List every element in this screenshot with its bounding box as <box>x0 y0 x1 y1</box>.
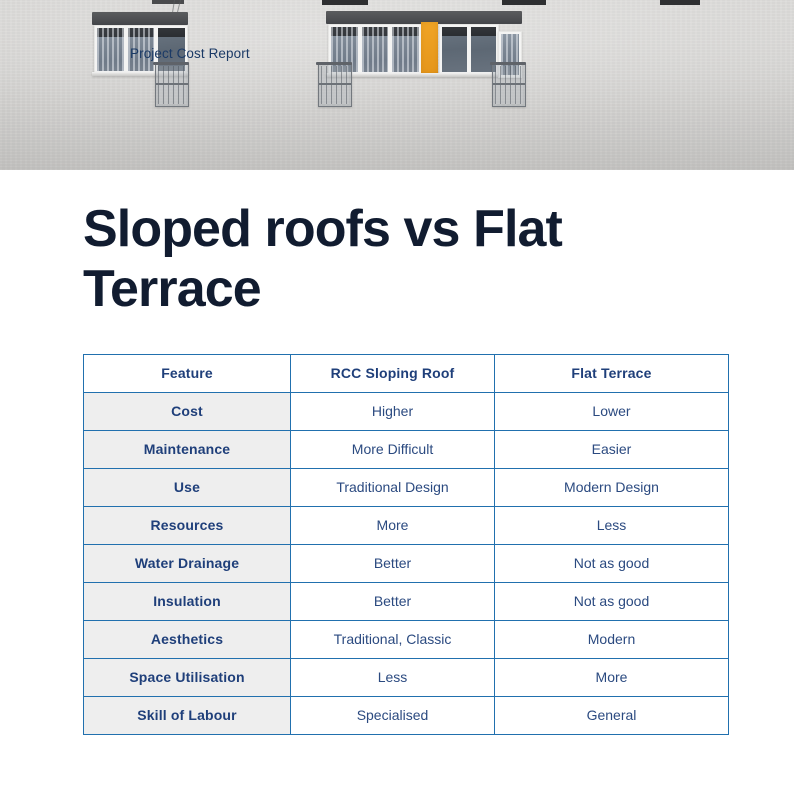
cell-flat: Lower <box>494 391 729 431</box>
hero-label: Project Cost Report <box>130 46 250 61</box>
table-row: Maintenance More Difficult Easier <box>83 429 729 469</box>
cell-feature: Skill of Labour <box>83 695 291 735</box>
orange-accent-panel <box>421 22 438 74</box>
cell-sloping: Better <box>290 543 495 583</box>
window-sill-fragment <box>322 0 368 5</box>
cell-feature: Insulation <box>83 581 291 621</box>
cell-flat: More <box>494 657 729 697</box>
comparison-table: Feature RCC Sloping Roof Flat Terrace Co… <box>83 353 729 735</box>
column-header-flat-terrace: Flat Terrace <box>494 353 729 393</box>
comparison-table-wrapper: Feature RCC Sloping Roof Flat Terrace Co… <box>83 353 729 735</box>
cell-sloping: Better <box>290 581 495 621</box>
cell-flat: Easier <box>494 429 729 469</box>
hero-image: Project Cost Report <box>0 0 794 170</box>
cell-feature: Use <box>83 467 291 507</box>
cell-flat: Modern <box>494 619 729 659</box>
cell-feature: Water Drainage <box>83 543 291 583</box>
window-pane <box>392 27 420 72</box>
cell-feature: Space Utilisation <box>83 657 291 697</box>
table-row: Resources More Less <box>83 505 729 545</box>
window-frame <box>439 24 499 75</box>
cell-flat: Not as good <box>494 581 729 621</box>
content-area: Sloped roofs vs Flat Terrace Feature RCC… <box>0 170 794 735</box>
column-header-feature: Feature <box>83 353 291 393</box>
balcony-cap <box>153 62 189 65</box>
cell-sloping: Specialised <box>290 695 495 735</box>
cell-flat: Modern Design <box>494 467 729 507</box>
cell-feature: Maintenance <box>83 429 291 469</box>
cell-flat: General <box>494 695 729 735</box>
cell-sloping: Less <box>290 657 495 697</box>
window-sill-fragment <box>502 0 546 5</box>
window-pane <box>361 27 389 72</box>
table-body: Cost Higher Lower Maintenance More Diffi… <box>83 391 729 735</box>
cell-sloping: More Difficult <box>290 429 495 469</box>
cell-sloping: Higher <box>290 391 495 431</box>
table-row: Insulation Better Not as good <box>83 581 729 621</box>
cell-sloping: Traditional Design <box>290 467 495 507</box>
balcony-cap <box>316 62 352 65</box>
cell-sloping: More <box>290 505 495 545</box>
window-pane <box>97 28 124 71</box>
table-header-row: Feature RCC Sloping Roof Flat Terrace <box>83 353 729 393</box>
table-row: Water Drainage Better Not as good <box>83 543 729 583</box>
balcony-cap <box>490 62 526 65</box>
table-row: Space Utilisation Less More <box>83 657 729 697</box>
cell-feature: Resources <box>83 505 291 545</box>
window-lintel <box>92 12 188 25</box>
balcony-railing-left <box>155 63 189 107</box>
cell-flat: Less <box>494 505 729 545</box>
table-row: Aesthetics Traditional, Classic Modern <box>83 619 729 659</box>
balcony-railing-center-left <box>318 63 352 107</box>
table-row: Cost Higher Lower <box>83 391 729 431</box>
window-pane <box>442 27 467 72</box>
cell-flat: Not as good <box>494 543 729 583</box>
page-title: Sloped roofs vs Flat Terrace <box>83 200 563 319</box>
table-row: Skill of Labour Specialised General <box>83 695 729 735</box>
table-row: Use Traditional Design Modern Design <box>83 467 729 507</box>
cell-feature: Cost <box>83 391 291 431</box>
column-header-sloping-roof: RCC Sloping Roof <box>290 353 495 393</box>
table-header: Feature RCC Sloping Roof Flat Terrace <box>83 353 729 393</box>
cell-feature: Aesthetics <box>83 619 291 659</box>
cell-sloping: Traditional, Classic <box>290 619 495 659</box>
window-sill-fragment <box>660 0 700 5</box>
balcony-railing-center-right <box>492 63 526 107</box>
